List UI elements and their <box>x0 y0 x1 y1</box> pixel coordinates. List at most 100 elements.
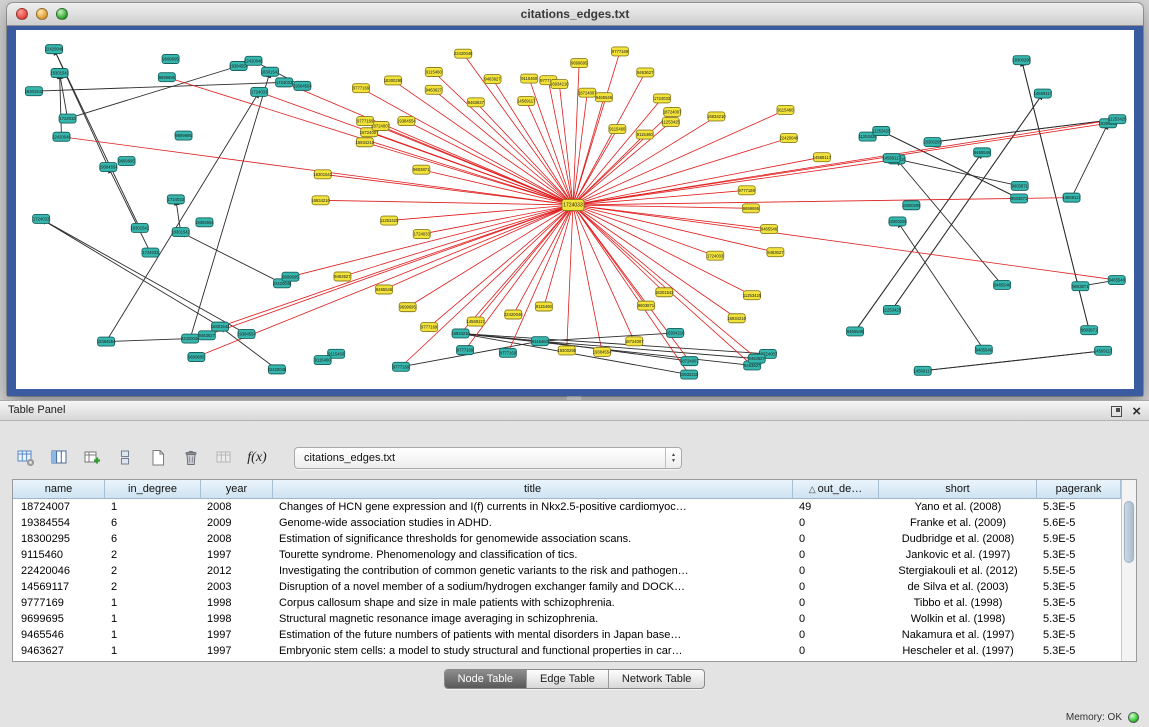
table-settings-icon[interactable] <box>14 446 38 470</box>
graph-node-label: 18301542 <box>313 172 332 177</box>
graph-edge <box>573 205 634 341</box>
graph-node-label: 22420046 <box>52 134 71 139</box>
cell-out_degree: 0 <box>793 627 879 643</box>
import-table-icon[interactable] <box>80 446 104 470</box>
graph-node-label: 9603871 <box>638 303 655 308</box>
graph-node-label: 19384554 <box>293 83 312 88</box>
graph-node-label: 9463627 <box>637 70 654 75</box>
column-header-in_degree[interactable]: in_degree <box>105 480 201 499</box>
cell-pagerank: 5.6E-5 <box>1037 515 1121 531</box>
column-header-short[interactable]: short <box>879 480 1037 499</box>
graph-node-label: 9465546 <box>376 287 393 292</box>
table-row[interactable]: 911546021997Tourette syndrome. Phenomeno… <box>13 547 1121 563</box>
table-row[interactable]: 977716911998Corpus callosum shape and si… <box>13 595 1121 611</box>
zoom-button[interactable] <box>56 8 68 20</box>
graph-node-label: 9699695 <box>162 57 179 62</box>
graph-node-label: 9463627 <box>468 100 485 105</box>
cell-out_degree: 0 <box>793 515 879 531</box>
cell-year: 1997 <box>201 643 273 659</box>
graph-node-label: 9465546 <box>976 347 993 352</box>
cell-out_degree: 0 <box>793 547 879 563</box>
graph-node-label: 19384554 <box>593 350 612 355</box>
graph-node-label: 9465546 <box>596 95 613 100</box>
graph-edge <box>108 167 150 252</box>
graph-edge <box>422 205 573 234</box>
graph-node-label: 11253425 <box>662 120 681 125</box>
graph-node-label: 9465546 <box>761 227 778 232</box>
graph-edge <box>41 219 246 334</box>
table-row[interactable]: 1456911722003Disruption of a novel membe… <box>13 579 1121 595</box>
table-row[interactable]: 946362711997Embryonic stem cells: a mode… <box>13 643 1121 659</box>
tab-node-table[interactable]: Node Table <box>445 670 527 688</box>
cell-short: Jankovic et al. (1997) <box>879 547 1037 563</box>
cell-short: Tibbo et al. (1998) <box>879 595 1037 611</box>
table-row[interactable]: 969969511998Structural magnetic resonanc… <box>13 611 1121 627</box>
column-header-label: year <box>226 483 247 495</box>
scrollbar-thumb[interactable] <box>1124 501 1134 563</box>
graph-node-label: 18300295 <box>557 348 576 353</box>
new-table-icon[interactable] <box>146 446 170 470</box>
show-columns-icon[interactable] <box>47 446 71 470</box>
graph-edge <box>513 205 573 315</box>
cell-pagerank: 5.9E-5 <box>1037 531 1121 547</box>
graph-node-label: 22420046 <box>504 312 523 317</box>
graph-node-label: 9777169 <box>612 49 629 54</box>
cell-in_degree: 2 <box>105 563 201 579</box>
table-row[interactable]: 946554611997Estimation of the future num… <box>13 627 1121 643</box>
table-row[interactable]: 1830029562008Estimation of significance … <box>13 531 1121 547</box>
graph-node-label: 9115460 <box>609 127 626 132</box>
cell-year: 1997 <box>201 627 273 643</box>
cell-name: 9465546 <box>13 627 105 643</box>
graph-node-label: 19384554 <box>97 339 116 344</box>
graph-edge <box>567 205 573 350</box>
column-header-out_degree[interactable]: △out_de… <box>793 480 879 499</box>
tab-network-table[interactable]: Network Table <box>609 670 705 688</box>
window-titlebar[interactable]: citations_edges.txt <box>7 3 1143 26</box>
cell-title: Changes of HCN gene expression and I(f) … <box>273 499 793 515</box>
column-header-name[interactable]: name <box>13 480 105 499</box>
column-header-title[interactable]: title <box>273 480 793 499</box>
graph-node-label: 18301542 <box>25 89 44 94</box>
cell-year: 1998 <box>201 611 273 627</box>
function-builder-icon[interactable]: f(x) <box>245 446 269 470</box>
cell-short: Yano et al. (2008) <box>879 499 1037 515</box>
table-row[interactable]: 2242004622012Investigating the contribut… <box>13 563 1121 579</box>
close-button[interactable] <box>16 8 28 20</box>
graph-node-label: 22420046 <box>273 281 292 286</box>
column-header-year[interactable]: year <box>201 480 273 499</box>
graph-node-label: 9603871 <box>413 167 430 172</box>
graph-node-label: 9463627 <box>484 77 501 82</box>
graph-node-label: 9777169 <box>739 188 756 193</box>
close-panel-icon[interactable]: × <box>1132 406 1141 417</box>
table-row[interactable]: 1872400712008Changes of HCN gene express… <box>13 499 1121 515</box>
table-scrollbar[interactable] <box>1121 480 1136 661</box>
float-panel-icon[interactable] <box>1111 406 1122 417</box>
cell-year: 2008 <box>201 531 273 547</box>
memory-status: Memory: OK <box>1066 712 1122 723</box>
memory-ok-led[interactable] <box>1128 712 1139 723</box>
graph-node-label: 18724007 <box>680 359 699 364</box>
graph-node-label: 1724033 <box>59 116 76 121</box>
network-table-select[interactable]: citations_edges.txt ▲▼ <box>294 447 682 469</box>
column-header-pagerank[interactable]: pagerank <box>1037 480 1121 499</box>
table-row[interactable]: 1938455462009Genome-wide association stu… <box>13 515 1121 531</box>
delete-table-icon[interactable] <box>179 446 203 470</box>
table-panel: Table Panel × <box>0 400 1149 727</box>
graph-node-label: 18300295 <box>888 219 907 224</box>
network-canvas[interactable]: 9115460224200461456911797771699699695946… <box>16 30 1134 389</box>
cell-title: Embryonic stem cells: a model to study s… <box>273 643 793 659</box>
row-selector-icon[interactable] <box>113 446 137 470</box>
tab-edge-table[interactable]: Edge Table <box>527 670 609 688</box>
graph-node-label: 1724033 <box>251 90 268 95</box>
graph-edge <box>573 205 715 256</box>
graph-edge <box>923 351 1103 371</box>
table-body: 1872400712008Changes of HCN gene express… <box>13 499 1121 659</box>
graph-edge <box>342 205 573 277</box>
minimize-button[interactable] <box>36 8 48 20</box>
graph-node-label: 9777169 <box>357 119 374 124</box>
graph-node-label: 9603871 <box>1012 183 1029 188</box>
cell-out_degree: 0 <box>793 531 879 547</box>
cell-title: Disruption of a novel member of a sodium… <box>273 579 793 595</box>
cell-short: de Silva et al. (2003) <box>879 579 1037 595</box>
graph-node-label: 11253425 <box>380 218 399 223</box>
